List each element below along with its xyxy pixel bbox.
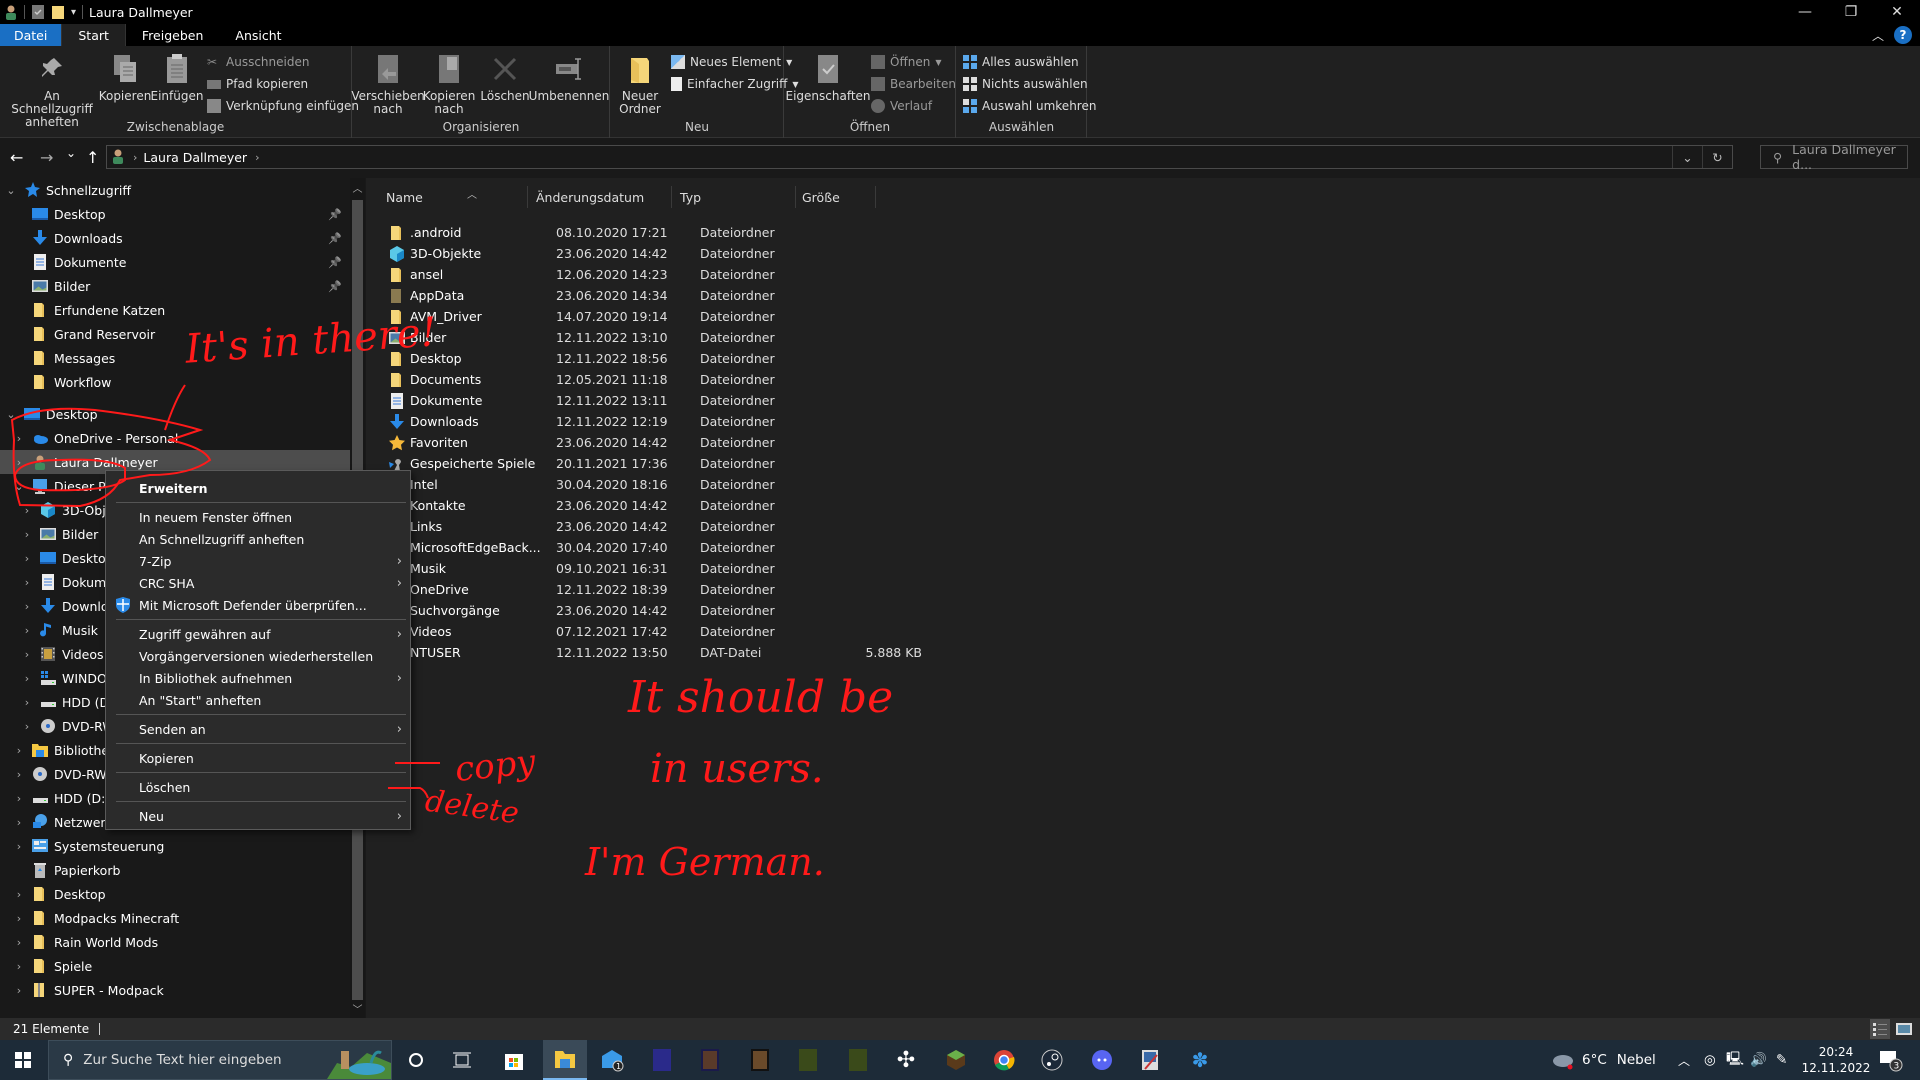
annotation-circle-laura [13,458,126,492]
annotation-circle-desktop [10,407,212,508]
annotation-overlay [10,384,440,799]
annotation-delete-line [388,787,429,799]
